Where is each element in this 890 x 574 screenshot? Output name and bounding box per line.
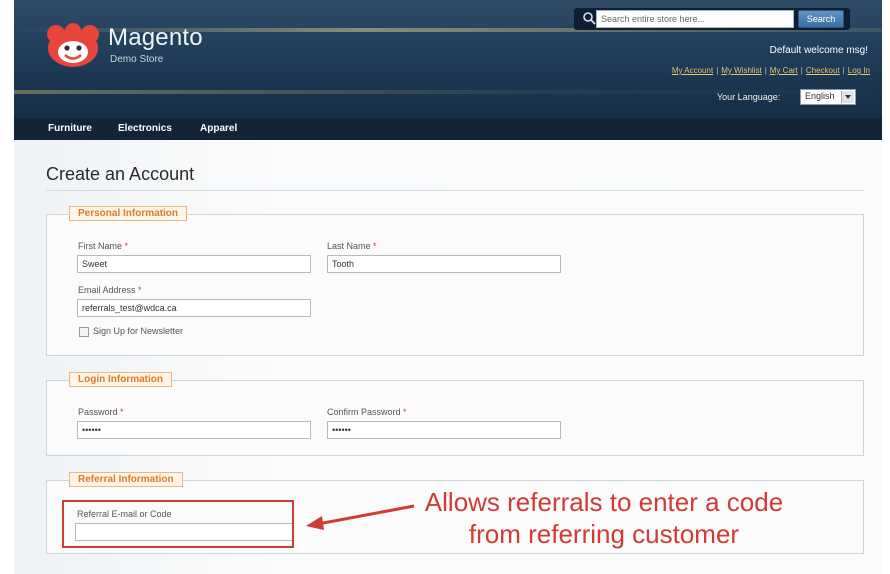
annotation-text: Allows referrals to enter a code from re…	[394, 486, 814, 550]
my-wishlist-link[interactable]: My Wishlist	[721, 66, 761, 75]
last-name-label-text: Last Name	[327, 241, 371, 251]
link-separator: |	[764, 66, 767, 75]
required-mark: *	[138, 285, 142, 295]
annotation-line-2: from referring customer	[468, 519, 740, 549]
first-name-label: First Name *	[78, 241, 128, 251]
language-value: English	[805, 91, 835, 101]
main-content: Create an Account Personal Information F…	[14, 140, 882, 574]
newsletter-label[interactable]: Sign Up for Newsletter	[93, 326, 183, 336]
newsletter-checkbox[interactable]	[79, 327, 89, 337]
link-separator: |	[800, 66, 803, 75]
required-mark: *	[120, 407, 124, 417]
first-name-label-text: First Name	[78, 241, 123, 251]
divider	[46, 190, 864, 191]
chevron-down-icon	[841, 91, 854, 103]
my-cart-link[interactable]: My Cart	[770, 66, 798, 75]
email-field[interactable]: referrals_test@wdca.ca	[77, 299, 311, 317]
log-in-link[interactable]: Log In	[848, 66, 870, 75]
last-name-field[interactable]: Tooth	[327, 255, 561, 273]
login-information-section: Login Information Password * •••••• Conf…	[46, 372, 864, 456]
required-mark: *	[373, 241, 377, 251]
welcome-message: Default welcome msg!	[769, 45, 868, 56]
main-navigation: Furniture Electronics Apparel	[14, 118, 882, 140]
nav-item-apparel[interactable]: Apparel	[200, 123, 237, 134]
search-bar: Search entire store here... Search	[574, 8, 850, 30]
brand-name[interactable]: Magento	[108, 24, 203, 52]
section-legend: Personal Information	[69, 206, 188, 221]
browser-viewport: Magento Demo Store Search entire store h…	[14, 0, 882, 574]
password-label: Password *	[78, 407, 124, 417]
section-legend: Login Information	[69, 372, 172, 387]
annotation-highlight-box	[62, 500, 294, 548]
first-name-field[interactable]: Sweet	[77, 255, 311, 273]
annotation-line-1: Allows referrals to enter a code	[424, 487, 784, 517]
required-mark: *	[124, 241, 129, 251]
confirm-password-label-text: Confirm Password	[327, 407, 401, 417]
personal-information-section: Personal Information First Name * Sweet …	[46, 206, 864, 356]
site-header: Magento Demo Store Search entire store h…	[14, 0, 882, 118]
link-separator: |	[716, 66, 719, 75]
confirm-password-label: Confirm Password *	[327, 407, 407, 417]
account-links: My Account | My Wishlist | My Cart | Checkout |…	[672, 66, 870, 75]
page-title: Create an Account	[46, 164, 195, 184]
email-label-text: Email Address	[78, 285, 136, 295]
search-input[interactable]: Search entire store here...	[596, 10, 794, 28]
brand-subtitle: Demo Store	[110, 54, 164, 65]
checkout-link[interactable]: Checkout	[806, 66, 840, 75]
nav-item-electronics[interactable]: Electronics	[118, 123, 172, 134]
password-label-text: Password	[78, 407, 118, 417]
required-mark: *	[403, 407, 407, 417]
confirm-password-field[interactable]: ••••••	[327, 421, 561, 439]
section-legend: Referral Information	[69, 472, 183, 487]
language-label: Your Language:	[717, 92, 781, 102]
email-label: Email Address *	[78, 285, 142, 295]
my-account-link[interactable]: My Account	[672, 66, 713, 75]
last-name-label: Last Name *	[327, 241, 377, 251]
password-field[interactable]: ••••••	[77, 421, 311, 439]
magento-logo-icon[interactable]	[44, 22, 102, 68]
search-button[interactable]: Search	[798, 10, 844, 28]
link-separator: |	[842, 66, 845, 75]
language-select[interactable]: English	[800, 89, 856, 105]
nav-item-furniture[interactable]: Furniture	[48, 123, 92, 134]
search-icon	[583, 12, 596, 25]
